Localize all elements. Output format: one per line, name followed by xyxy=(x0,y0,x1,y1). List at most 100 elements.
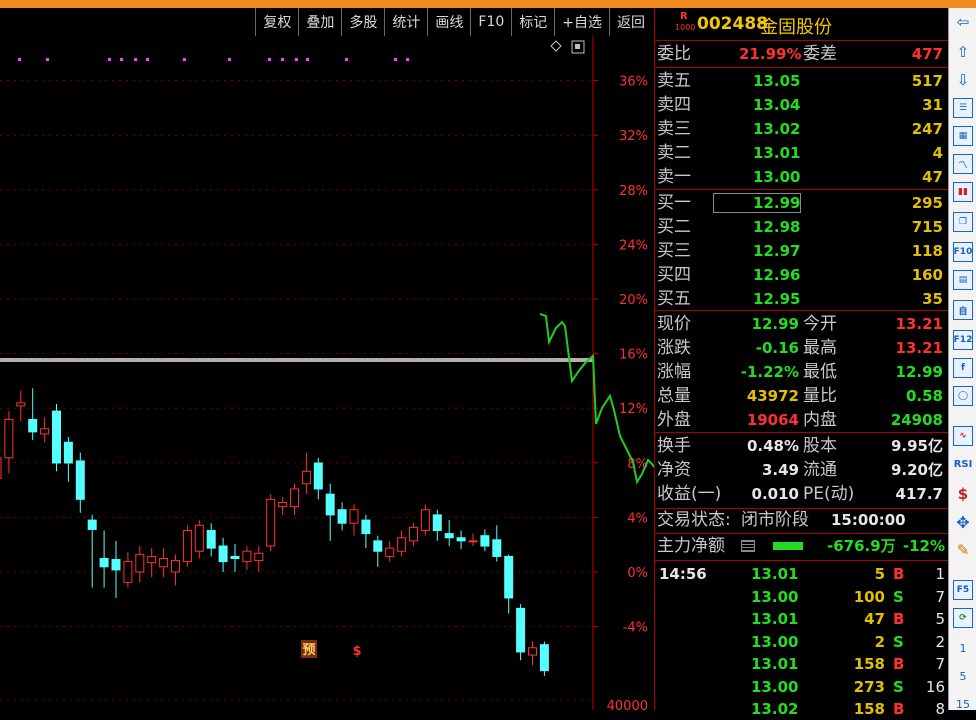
candle-body[interactable] xyxy=(135,553,145,573)
candle-body[interactable] xyxy=(420,509,430,531)
toolbar-button-6[interactable]: 标记 xyxy=(511,8,554,36)
candle-body[interactable] xyxy=(492,539,502,557)
candle-body[interactable] xyxy=(0,457,2,480)
report-icon[interactable]: ▤ xyxy=(953,270,973,290)
candle-body[interactable] xyxy=(516,607,526,653)
period-1-button[interactable]: 1 xyxy=(953,638,973,658)
candle-body[interactable] xyxy=(301,470,311,485)
sells-row[interactable]: 卖一 13.00 47 xyxy=(655,165,947,189)
f12-button[interactable]: F12 xyxy=(953,330,973,350)
candle-body[interactable] xyxy=(539,644,549,672)
toolbar-button-7[interactable]: +自选 xyxy=(554,8,609,36)
candle-body[interactable] xyxy=(16,402,26,407)
arrow-left-icon[interactable]: ⇦ xyxy=(953,12,973,32)
candle-body[interactable] xyxy=(182,529,192,563)
candle-body[interactable] xyxy=(480,535,490,547)
signal-dot xyxy=(18,58,21,61)
rsi-button[interactable]: RSI xyxy=(953,454,973,474)
percent-label: 16% xyxy=(619,348,648,363)
candle-body[interactable] xyxy=(528,647,537,656)
candle-body[interactable] xyxy=(313,462,323,490)
toolbar-button-2[interactable]: 多股 xyxy=(341,8,384,36)
candle-body[interactable] xyxy=(349,509,359,524)
candle-body[interactable] xyxy=(171,560,180,573)
candle-body[interactable] xyxy=(99,558,109,568)
f10-button[interactable]: F10 xyxy=(953,242,973,262)
f5-button[interactable]: F5 xyxy=(953,580,973,600)
sells-row[interactable]: 卖二 13.01 4 xyxy=(655,141,947,165)
candle-body[interactable] xyxy=(504,555,514,599)
candle-body[interactable] xyxy=(159,558,169,568)
quote-list-icon[interactable]: ☰ xyxy=(953,98,973,118)
candle-chart-icon[interactable]: ▮▮ xyxy=(953,182,973,202)
arrow-down-icon[interactable]: ⇩ xyxy=(953,70,973,90)
candle-body[interactable] xyxy=(242,550,252,563)
candle-body[interactable] xyxy=(361,519,371,535)
candle-body[interactable] xyxy=(385,547,395,557)
candle-body[interactable] xyxy=(123,561,133,583)
candle-body[interactable] xyxy=(28,418,38,433)
candle-body[interactable] xyxy=(4,418,14,459)
kline-chart[interactable]: 40%36%32%28%24%20%16%12%8%4%0%-4%40000预$ xyxy=(0,36,654,710)
candle-body[interactable] xyxy=(444,533,454,539)
candle-body[interactable] xyxy=(409,526,418,542)
windows-icon[interactable]: ❐ xyxy=(953,212,973,232)
fund-label: 换手 xyxy=(657,436,691,456)
toolbar-button-3[interactable]: 统计 xyxy=(384,8,427,36)
candle-body[interactable] xyxy=(432,514,442,531)
candle-body[interactable] xyxy=(254,552,264,562)
candle-body[interactable] xyxy=(266,498,276,547)
toolbar-button-8[interactable]: 返回 xyxy=(609,8,652,36)
candle-body[interactable] xyxy=(87,519,97,530)
arrow-up-icon[interactable]: ⇧ xyxy=(953,42,973,62)
candle-body[interactable] xyxy=(63,441,73,464)
sells-row[interactable]: 卖四 13.04 31 xyxy=(655,93,947,117)
custom-icon[interactable]: 自 xyxy=(953,300,973,320)
capital-flow-row[interactable]: 主力净额 -676.9万 -12% xyxy=(655,534,947,558)
refresh-icon[interactable]: ⟳ xyxy=(953,608,973,628)
candle-body[interactable] xyxy=(397,537,407,552)
candle-body[interactable] xyxy=(468,540,478,543)
candle-body[interactable] xyxy=(290,488,299,508)
candle-body[interactable] xyxy=(75,460,85,500)
candle-body[interactable] xyxy=(230,555,240,560)
wave-icon[interactable]: ∿ xyxy=(953,426,973,446)
sells-row[interactable]: 卖三 13.02 247 xyxy=(655,117,947,141)
buys-row[interactable]: 买一 12.99 295 xyxy=(655,191,947,215)
sells-row[interactable]: 卖五 13.05 517 xyxy=(655,69,947,93)
toolbar-button-0[interactable]: 复权 xyxy=(255,8,298,36)
pencil-icon[interactable]: ✎ xyxy=(953,540,973,560)
candle-body[interactable] xyxy=(111,559,121,571)
toolbar-button-1[interactable]: 叠加 xyxy=(298,8,341,36)
candle-body[interactable] xyxy=(206,529,216,549)
move-icon[interactable]: ✥ xyxy=(953,512,973,532)
weibi-row: 委比 21.99% 委差 477 xyxy=(655,42,947,66)
candle-body[interactable] xyxy=(52,410,61,464)
yu-marker[interactable]: 预 xyxy=(302,643,315,658)
candle-body[interactable] xyxy=(337,509,347,524)
candle-body[interactable] xyxy=(218,545,228,563)
period-15-button[interactable]: 15 xyxy=(953,694,973,714)
dollar-marker[interactable]: $ xyxy=(352,644,361,659)
buys-row[interactable]: 买二 12.98 715 xyxy=(655,215,947,239)
candle-body[interactable] xyxy=(278,501,288,508)
buys-row[interactable]: 买五 12.95 35 xyxy=(655,287,947,311)
candle-body[interactable] xyxy=(456,537,466,542)
circle-icon[interactable]: ◯ xyxy=(953,386,973,406)
diamond-icon[interactable] xyxy=(550,40,562,52)
buys-row[interactable]: 买三 12.97 118 xyxy=(655,239,947,263)
candle-body[interactable] xyxy=(373,540,383,552)
period-5-button[interactable]: 5 xyxy=(953,666,973,686)
candle-body[interactable] xyxy=(40,428,50,435)
candle-body[interactable] xyxy=(147,555,157,564)
buys-row[interactable]: 买四 12.96 160 xyxy=(655,263,947,287)
toolbar-button-4[interactable]: 画线 xyxy=(427,8,470,36)
grid-icon[interactable]: ▦ xyxy=(953,126,973,146)
candle-body[interactable] xyxy=(194,524,204,552)
funds-icon[interactable]: f xyxy=(953,358,973,378)
line-chart-icon[interactable]: 〽 xyxy=(953,154,973,174)
toolbar-button-5[interactable]: F10 xyxy=(470,8,511,36)
candle-body[interactable] xyxy=(325,493,335,516)
list-icon[interactable] xyxy=(741,540,755,552)
dollar-icon[interactable]: $ xyxy=(953,484,973,504)
